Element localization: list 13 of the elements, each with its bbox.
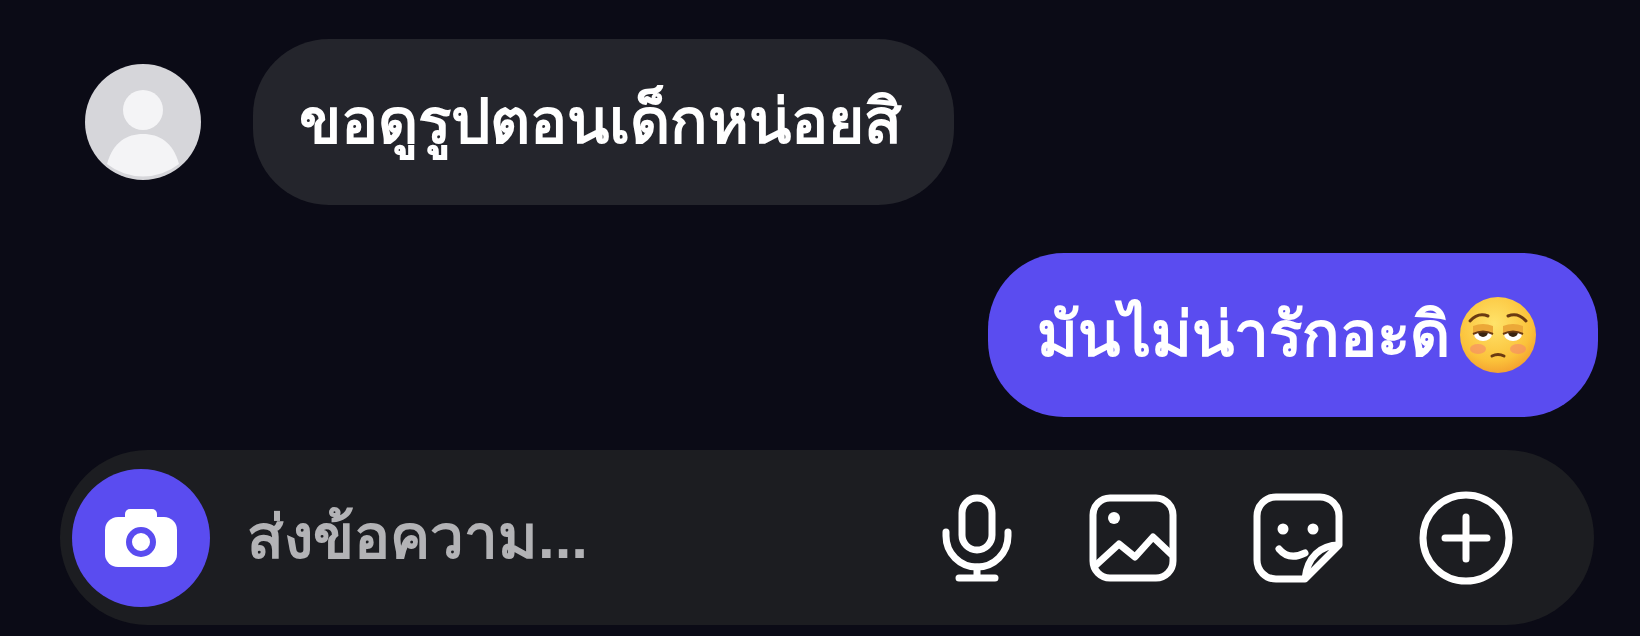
sticker-button[interactable] — [1253, 492, 1343, 583]
microphone-icon — [941, 493, 1013, 582]
message-input[interactable]: ส่งข้อความ... — [247, 487, 887, 588]
message-text: มันไม่น่ารักอะดิ — [1037, 298, 1450, 372]
image-icon — [1089, 493, 1177, 582]
add-button[interactable] — [1419, 490, 1513, 585]
microphone-button[interactable] — [941, 493, 1013, 582]
plus-icon — [1419, 490, 1513, 585]
image-button[interactable] — [1089, 493, 1177, 582]
message-text: ขอดูรูปตอนเด็กหน่อยสิ — [299, 77, 902, 167]
camera-icon — [105, 508, 177, 567]
avatar-icon — [85, 64, 201, 180]
sticker-icon — [1253, 492, 1343, 583]
